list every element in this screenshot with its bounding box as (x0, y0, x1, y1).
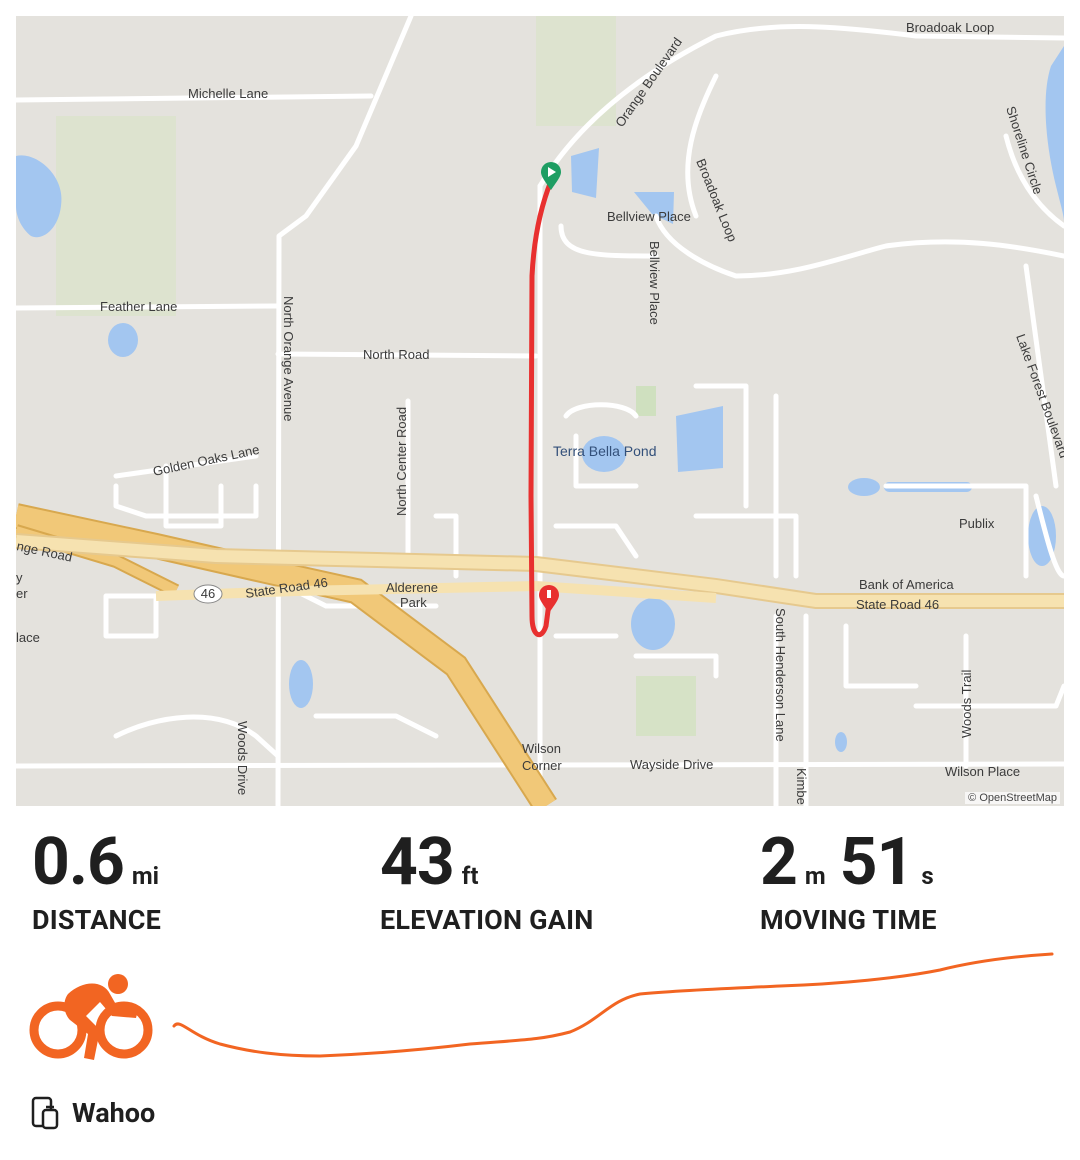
map-canvas: 46 Michelle Lane Feather Lane North Road… (16, 16, 1064, 806)
moving-time-minutes-unit: m (804, 862, 826, 890)
label-golden-oaks-lane: Golden Oaks Lane (152, 442, 261, 479)
device-label: Wahoo (72, 1097, 156, 1129)
distance-unit: mi (131, 862, 160, 890)
road-golden-oaks-loop (113, 483, 259, 519)
pond (289, 660, 313, 708)
start-pin-icon[interactable] (541, 162, 561, 190)
elevation-line (172, 952, 1054, 1058)
road-sr46-south (843, 623, 919, 689)
label-broadoak-loop: Broadoak Loop (693, 157, 740, 244)
lake (16, 155, 62, 238)
label-north-center-road: North Center Road (394, 407, 409, 516)
shield-46-label: 46 (201, 586, 215, 601)
label-south-henderson-lane: South Henderson Lane (773, 608, 788, 742)
label-wayside-drive: Wayside Drive (630, 757, 713, 772)
device-source: Wahoo (30, 1096, 155, 1130)
map-attribution[interactable]: © OpenStreetMap (965, 792, 1060, 804)
label-woods-trail: Woods Trail (959, 669, 974, 738)
distance-value-row: 0.6 mi (32, 830, 173, 896)
road-broadoak-loop (653, 213, 1064, 279)
label-alderene: Alderene (386, 580, 438, 595)
label-publix: Publix (959, 516, 995, 531)
label-kimbe: Kimbe (794, 768, 809, 805)
road-sr46-north (553, 523, 639, 559)
pond (108, 323, 138, 357)
road-bellview (558, 223, 659, 259)
label-state-road-46-right: State Road 46 (856, 597, 939, 612)
lake (1045, 46, 1064, 221)
road-se (633, 653, 719, 679)
label-woods-drive: Woods Drive (235, 721, 250, 795)
label-wilson: Wilson (522, 741, 561, 756)
label-broadoak-loop-top: Broadoak Loop (906, 20, 994, 35)
stat-moving-time: 2 m 51 s MOVING TIME (760, 830, 948, 937)
distance-label: DISTANCE (32, 904, 162, 936)
elevation-value: 43 (380, 824, 455, 901)
route-46-shield: 46 (193, 584, 223, 604)
moving-time-seconds-unit: s (921, 862, 934, 890)
elevation-profile (172, 952, 1054, 1058)
cycling-icon (29, 974, 153, 1060)
label-corner: Corner (522, 758, 562, 773)
label-left-y: y (16, 570, 23, 585)
elevation-unit: ft (461, 862, 479, 890)
label-left-lace: lace (16, 630, 40, 645)
label-north-road: North Road (363, 347, 429, 362)
distance-value: 0.6 (32, 824, 125, 901)
road-woods-drive (113, 714, 281, 759)
road-orange-blvd (537, 24, 1064, 189)
moving-time-seconds: 51 (839, 824, 915, 901)
moving-time-minutes: 2 (760, 824, 798, 901)
moving-time-label: MOVING TIME (760, 904, 937, 936)
pond (848, 478, 880, 496)
road-se-2 (913, 683, 1064, 709)
label-park: Park (400, 595, 427, 610)
label-michelle-lane: Michelle Lane (188, 86, 268, 101)
stat-distance: 0.6 mi DISTANCE (32, 830, 173, 937)
pond (571, 148, 599, 198)
road-terra-bella (563, 402, 639, 419)
pond (676, 406, 723, 472)
moving-time-value-row: 2 m 51 s (760, 830, 948, 896)
road-east-2 (693, 513, 799, 579)
stat-elevation-gain: 43 ft ELEVATION GAIN (380, 830, 594, 937)
route-map[interactable]: 46 Michelle Lane Feather Lane North Road… (16, 16, 1064, 806)
label-bank-of-america: Bank of America (859, 577, 954, 592)
label-bellview-place: Bellview Place (607, 209, 691, 224)
elevation-label: ELEVATION GAIN (380, 904, 594, 936)
label-left-er: er (16, 586, 28, 601)
watch-phone-icon (31, 1096, 59, 1130)
pond (835, 732, 847, 752)
label-bellview-place-vertical: Bellview Place (647, 241, 662, 325)
label-north-orange-avenue: North Orange Avenue (281, 296, 296, 422)
label-wilson-place: Wilson Place (945, 764, 1020, 779)
label-terra-bella-pond: Terra Bella Pond (553, 443, 657, 459)
green-area (636, 676, 696, 736)
elevation-value-row: 43 ft (380, 830, 593, 896)
green-area (56, 116, 176, 316)
label-orange-boulevard: Orange Boulevard (612, 35, 685, 130)
road-block (103, 593, 159, 639)
road-publix (883, 483, 1029, 579)
label-feather-lane: Feather Lane (100, 299, 177, 314)
road-sw (313, 713, 439, 739)
green-area (636, 386, 656, 416)
pond (631, 598, 675, 650)
